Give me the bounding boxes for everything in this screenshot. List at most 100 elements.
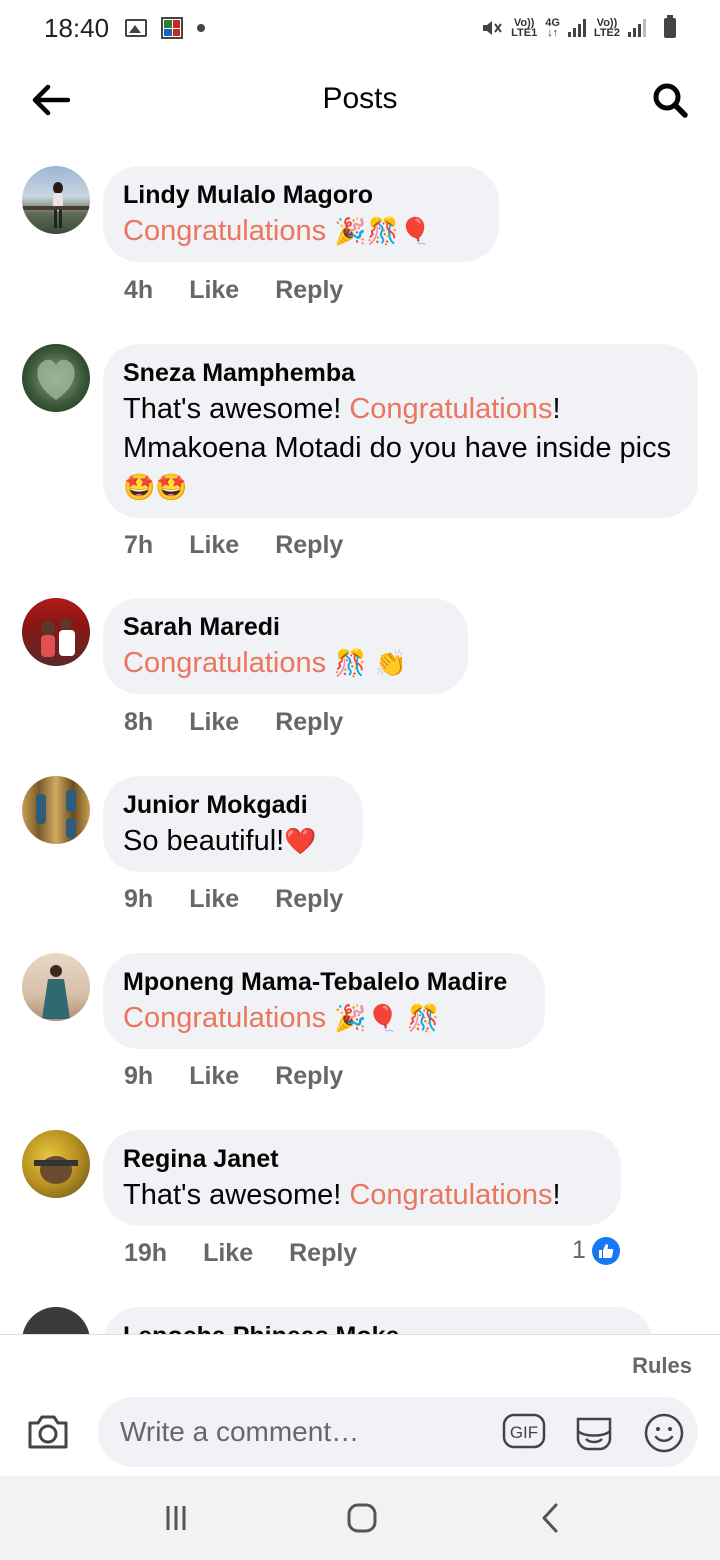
highlight-text[interactable]: Congratulations [123,1002,326,1034]
home-button[interactable] [342,1498,382,1538]
battery-icon [664,15,676,38]
notification-icons [125,17,206,39]
system-navbar [0,1476,720,1560]
comment-text: That's awesome! Congratulations! Mmakoen… [123,393,672,503]
sim2-indicator: Vo)) LTE2 [593,17,620,39]
avatar[interactable] [22,953,90,1021]
camera-icon [28,1415,68,1449]
emoji-button[interactable] [642,1411,686,1455]
comment-actions: 7h Like Reply [124,531,379,560]
comment-author[interactable]: Sneza Mamphemba [123,356,678,390]
reply-button[interactable]: Reply [275,1062,343,1091]
comment-actions: 9h Like Reply [124,1062,379,1091]
like-button[interactable]: Like [189,885,239,914]
comment-actions: 19h Like Reply [124,1239,393,1268]
comment-bubble[interactable]: Sneza Mamphemba That's awesome! Congratu… [103,344,698,518]
back-chevron-icon [542,1503,558,1533]
sticker-icon [576,1417,612,1451]
emoji-icon [644,1413,684,1453]
arrow-left-icon [32,84,70,116]
comment-time: 8h [124,708,154,736]
comment-author[interactable]: Junior Mokgadi [123,788,343,822]
comment-text: So beautiful!❤️ [123,825,317,857]
like-button[interactable]: Like [189,276,239,305]
back-button[interactable] [28,78,72,122]
comment-composer: Rules GIF [0,1334,720,1476]
avatar[interactable] [22,1307,90,1334]
header: Posts [0,56,720,142]
reply-button[interactable]: Reply [289,1239,357,1268]
more-notifications-icon [197,24,206,32]
home-icon [347,1503,377,1533]
reaction-count: 1 [572,1236,586,1264]
highlight-text[interactable]: Congratulations [123,647,326,679]
comment-bubble[interactable]: Lepocha Phineas Moke [103,1307,653,1334]
comment-time: 19h [124,1239,168,1267]
like-button[interactable]: Like [203,1239,253,1268]
network-type: 4G ↓↑ [545,17,560,39]
signal-1-icon [567,19,586,37]
comment-text: Congratulations 🎊 👏 [123,644,448,684]
avatar[interactable] [22,166,90,234]
search-button[interactable] [648,78,692,122]
comment-time: 9h [124,885,154,913]
comment-bubble[interactable]: Regina Janet That's awesome! Congratulat… [103,1130,621,1226]
signal-2-icon [628,19,646,37]
reply-button[interactable]: Reply [275,708,343,737]
reaction-summary[interactable]: 1 [572,1236,620,1265]
emoji-group: 🎉🎊🎈 [334,217,432,247]
rules-link[interactable]: Rules [632,1353,692,1379]
page-title: Posts [322,82,398,115]
comment-text: That's awesome! Congratulations! [123,1179,561,1211]
comment-author[interactable]: Regina Janet [123,1142,601,1176]
comment-bubble[interactable]: Lindy Mulalo Magoro Congratulations 🎉🎊🎈 [103,166,499,262]
sticker-button[interactable] [572,1411,616,1455]
reply-button[interactable]: Reply [275,276,343,305]
status-time: 18:40 [44,12,110,43]
back-nav-button[interactable] [530,1498,570,1538]
comment-text: Congratulations 🎉🎈 🎊 [123,999,525,1039]
avatar[interactable] [22,598,90,666]
svg-text:GIF: GIF [510,1423,538,1442]
reply-button[interactable]: Reply [275,885,343,914]
comment-actions: 4h Like Reply [124,276,379,305]
highlight-text[interactable]: Congratulations [123,215,326,247]
app-notification-icon [161,17,184,39]
comment-bubble[interactable]: Sarah Maredi Congratulations 🎊 👏 [103,598,468,694]
comment-bubble[interactable]: Junior Mokgadi So beautiful!❤️ [103,776,363,872]
status-right: Vo)) LTE1 4G ↓↑ Vo)) LTE2 [481,15,676,39]
gif-button[interactable]: GIF [502,1411,546,1451]
comment-actions: 9h Like Reply [124,885,379,914]
like-button[interactable]: Like [189,1062,239,1091]
like-button[interactable]: Like [189,708,239,737]
comment-actions: 8h Like Reply [124,708,379,737]
emoji-group: 🎉🎈 🎊 [334,1004,440,1034]
search-icon [653,83,688,118]
camera-button[interactable] [26,1413,70,1456]
comment-author[interactable]: Lepocha Phineas Moke [123,1319,633,1334]
avatar[interactable] [22,776,90,844]
mute-icon [483,21,502,35]
comment-bubble[interactable]: Mponeng Mama-Tebalelo Madire Congratulat… [103,953,545,1049]
recent-apps-icon [166,1506,186,1530]
like-button[interactable]: Like [189,531,239,560]
highlight-text[interactable]: Congratulations [349,393,552,425]
reply-button[interactable]: Reply [275,531,343,560]
sim1-indicator: Vo)) LTE1 [511,17,538,39]
comment-author[interactable]: Mponeng Mama-Tebalelo Madire [123,965,525,999]
comment-author[interactable]: Lindy Mulalo Magoro [123,178,479,212]
gallery-notification-icon [125,19,148,37]
emoji-group: 🤩🤩 [123,473,188,503]
avatar[interactable] [22,344,90,412]
comment-time: 9h [124,1062,154,1090]
avatar[interactable] [22,1130,90,1198]
comment-text: Congratulations 🎉🎊🎈 [123,212,479,252]
comment-author[interactable]: Sarah Maredi [123,610,448,644]
thumbs-up-icon [591,1236,620,1265]
recent-apps-button[interactable] [156,1498,196,1538]
heart-emoji: ❤️ [284,827,317,857]
highlight-text[interactable]: Congratulations [349,1179,552,1211]
comment-time: 7h [124,531,154,559]
comments-list[interactable]: Lindy Mulalo Magoro Congratulations 🎉🎊🎈 … [0,142,720,1334]
comment-time: 4h [124,276,154,304]
